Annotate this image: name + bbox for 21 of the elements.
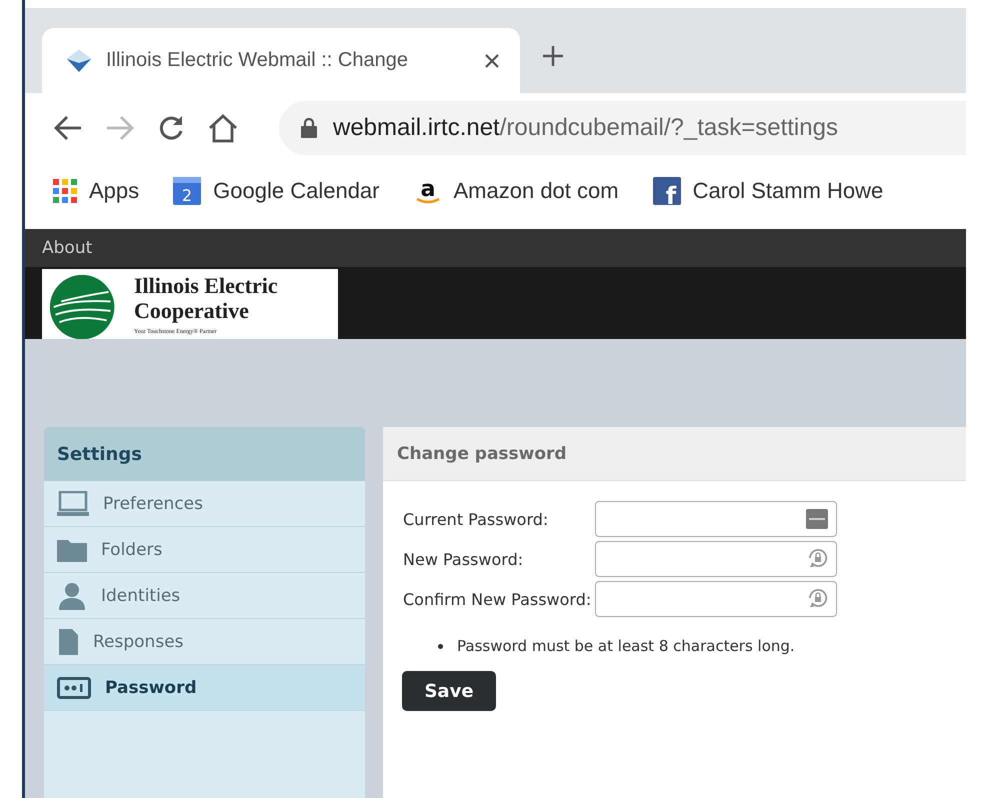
save-button[interactable]: Save — [402, 671, 496, 711]
hint-text: Password must be at least 8 characters long. — [457, 637, 795, 655]
calendar-icon: 2 — [173, 177, 202, 205]
url-text: webmail.irtc.net/roundcubemail/?_task=settings — [333, 114, 838, 142]
address-bar[interactable]: webmail.irtc.net/roundcubemail/?_task=settings — [279, 101, 966, 155]
bookmark-link[interactable]: a Amazon dot com — [414, 176, 619, 206]
browser-tab[interactable]: Illinois Electric Webmail :: Change — [42, 28, 520, 93]
logo-title: Cooperative — [134, 298, 250, 323]
panel-title: Change password — [383, 427, 966, 481]
field-label: Current Password: — [403, 510, 550, 528]
tab-title: Illinois Electric Webmail :: Change — [106, 49, 409, 72]
sidebar-item[interactable]: Password — [44, 665, 365, 711]
about-link[interactable]: About — [42, 238, 92, 258]
sidebar-title: Settings — [44, 427, 365, 481]
bookmark-link[interactable]: 2 Google Calendar — [173, 177, 380, 205]
facebook-icon: f — [652, 177, 681, 205]
field-label: New Password: — [403, 550, 524, 568]
bookmark-link[interactable]: f Carol Stamm Howe — [652, 177, 884, 205]
logo-title: Illinois Electric — [134, 273, 278, 298]
bookmark-link[interactable]: Apps — [53, 178, 140, 204]
field-label: Confirm New Password: — [403, 590, 592, 608]
